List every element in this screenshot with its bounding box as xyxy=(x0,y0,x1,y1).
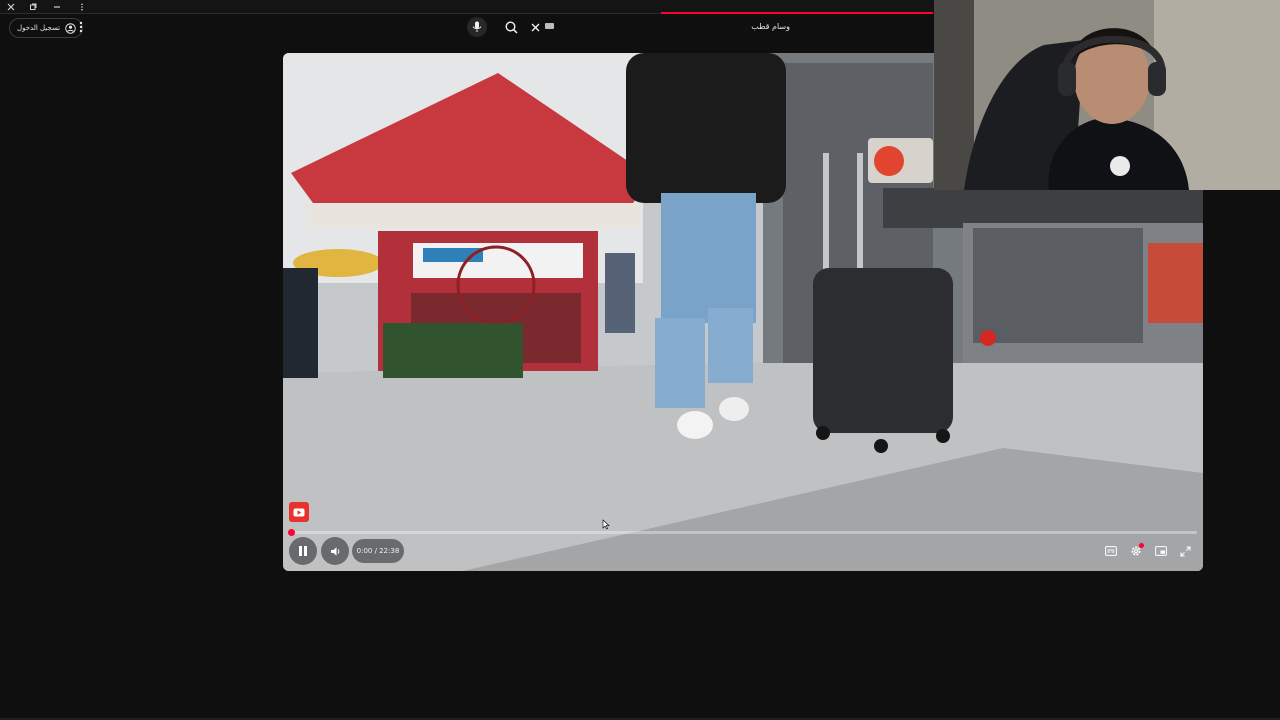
sign-in-button[interactable]: تسجيل الدخول xyxy=(9,18,84,38)
sign-in-label: تسجيل الدخول xyxy=(17,24,61,32)
subtitles-icon xyxy=(1104,546,1117,556)
kebab-menu-icon xyxy=(79,21,83,33)
time-display: 0:00 / 22:38 xyxy=(352,539,404,563)
account-circle-icon xyxy=(65,22,76,34)
restore-icon xyxy=(30,3,37,10)
close-icon xyxy=(531,23,539,31)
close-icon xyxy=(7,3,15,10)
mic-icon xyxy=(472,21,482,32)
voice-search-button[interactable] xyxy=(467,17,487,37)
kebab-menu-icon xyxy=(81,3,83,10)
page-loading-bar xyxy=(661,12,933,14)
mouse-cursor-icon xyxy=(602,519,610,530)
settings-menu-button[interactable] xyxy=(76,20,86,34)
volume-icon xyxy=(330,546,339,556)
keyboard-icon[interactable] xyxy=(545,23,554,29)
window-minimize-button[interactable] xyxy=(46,0,68,13)
pause-button[interactable] xyxy=(289,537,317,565)
miniplayer-icon xyxy=(1154,546,1167,556)
fullscreen-button[interactable] xyxy=(1176,541,1196,561)
progress-bar[interactable] xyxy=(287,529,1197,536)
subtitles-button[interactable] xyxy=(1101,541,1121,561)
miniplayer-button[interactable] xyxy=(1151,541,1171,561)
progress-scrubber[interactable] xyxy=(287,529,295,536)
webcam-overlay xyxy=(934,0,1280,190)
player-right-controls xyxy=(1098,539,1198,563)
window-close-button[interactable] xyxy=(0,0,22,13)
fullscreen-icon xyxy=(1180,545,1191,557)
webcam-frame xyxy=(934,0,1280,190)
hd-indicator xyxy=(1138,543,1144,548)
volume-button[interactable] xyxy=(321,537,349,565)
play-badge-icon xyxy=(293,508,305,516)
window-restore-button[interactable] xyxy=(22,0,44,13)
clear-search-button[interactable] xyxy=(528,19,542,35)
search-icon xyxy=(504,20,518,34)
settings-button[interactable] xyxy=(1126,541,1146,561)
subscribe-badge-icon[interactable] xyxy=(289,502,309,522)
pause-icon xyxy=(299,546,307,556)
minimize-icon xyxy=(54,5,60,8)
search-button[interactable] xyxy=(497,16,525,38)
window-menu-button[interactable] xyxy=(71,0,93,13)
search-input[interactable]: وسام قطب xyxy=(600,19,790,35)
